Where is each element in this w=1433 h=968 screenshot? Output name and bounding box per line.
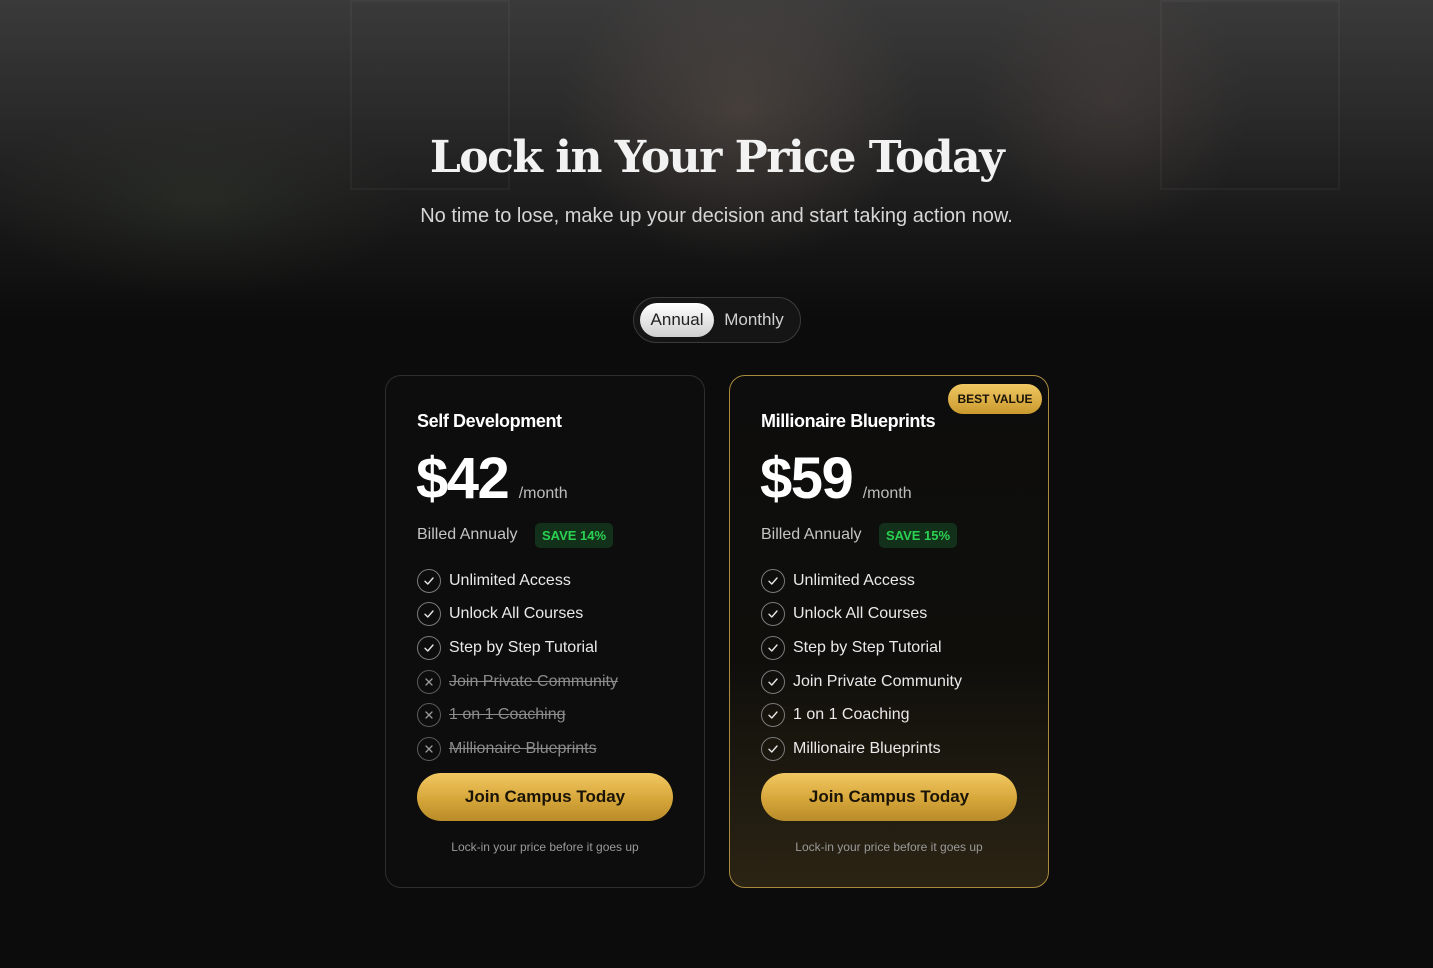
feature-item: Step by Step Tutorial xyxy=(417,631,687,665)
price-period: /month xyxy=(518,485,568,502)
feature-item: Millionaire Blueprints xyxy=(417,732,687,766)
feature-item: Millionaire Blueprints xyxy=(761,732,1031,766)
check-icon xyxy=(761,568,785,593)
close-icon xyxy=(417,703,441,728)
close-icon xyxy=(417,669,441,694)
feature-label: 1 on 1 Coaching xyxy=(793,706,910,724)
price-period: /month xyxy=(862,485,912,502)
plan-price: $42 xyxy=(416,446,510,511)
check-icon xyxy=(417,568,441,593)
price-row: $42 /month xyxy=(416,448,568,510)
price-lock-note: Lock-in your price before it goes up xyxy=(451,840,639,854)
close-icon xyxy=(417,736,441,761)
billing-note: Billed Annualy xyxy=(417,526,518,543)
feature-item: 1 on 1 Coaching xyxy=(417,698,687,732)
check-icon xyxy=(417,602,441,627)
check-icon xyxy=(761,635,785,660)
feature-label: Step by Step Tutorial xyxy=(449,638,598,656)
feature-label: Unlock All Courses xyxy=(449,605,584,623)
check-icon xyxy=(761,703,785,728)
page-subtitle: No time to lose, make up your decision a… xyxy=(420,205,1013,227)
feature-item: Unlock All Courses xyxy=(417,598,687,632)
billing-option-annual[interactable]: Annual xyxy=(640,303,714,337)
check-icon xyxy=(417,635,441,660)
price-row: $59 /month xyxy=(760,448,912,510)
plan-name: Millionaire Blueprints xyxy=(761,411,936,431)
feature-list: Unlimited Access Unlock All Courses Step b… xyxy=(417,564,687,766)
price-lock-note: Lock-in your price before it goes up xyxy=(795,840,983,854)
page-title: Lock in Your Price Today xyxy=(429,132,1005,183)
save-badge: SAVE 15% xyxy=(879,523,958,548)
plan-name: Self Development xyxy=(417,411,562,431)
feature-label: 1 on 1 Coaching xyxy=(449,706,566,724)
check-icon xyxy=(761,669,785,694)
feature-item: Unlimited Access xyxy=(417,564,687,598)
feature-item: Unlock All Courses xyxy=(761,598,1031,632)
plan-price: $59 xyxy=(760,446,854,511)
billing-option-monthly[interactable]: Monthly xyxy=(718,303,790,337)
feature-item: Join Private Community xyxy=(417,665,687,699)
feature-label: Join Private Community xyxy=(449,672,618,690)
feature-label: Millionaire Blueprints xyxy=(793,739,941,757)
feature-label: Unlimited Access xyxy=(793,571,915,589)
save-badge: SAVE 14% xyxy=(535,523,614,548)
join-campus-button[interactable]: Join Campus Today xyxy=(417,773,673,821)
plan-card-millionaire-blueprints: BEST VALUE Millionaire Blueprints $59 /m… xyxy=(729,375,1049,888)
plan-card-self-development: Self Development $42 /month Billed Annua… xyxy=(385,375,705,888)
check-icon xyxy=(761,602,785,627)
best-value-badge: BEST VALUE xyxy=(948,384,1042,414)
feature-list: Unlimited Access Unlock All Courses Step b… xyxy=(761,564,1031,766)
billing-note: Billed Annualy xyxy=(761,526,862,543)
feature-label: Join Private Community xyxy=(793,672,962,690)
feature-item: Unlimited Access xyxy=(761,564,1031,598)
feature-item: Join Private Community xyxy=(761,665,1031,699)
feature-item: Step by Step Tutorial xyxy=(761,631,1031,665)
check-icon xyxy=(761,736,785,761)
feature-label: Unlock All Courses xyxy=(793,605,928,623)
feature-label: Step by Step Tutorial xyxy=(793,638,942,656)
feature-label: Millionaire Blueprints xyxy=(449,739,597,757)
feature-label: Unlimited Access xyxy=(449,571,571,589)
join-campus-button[interactable]: Join Campus Today xyxy=(761,773,1017,821)
billing-toggle: Annual Monthly xyxy=(633,297,801,343)
feature-item: 1 on 1 Coaching xyxy=(761,698,1031,732)
